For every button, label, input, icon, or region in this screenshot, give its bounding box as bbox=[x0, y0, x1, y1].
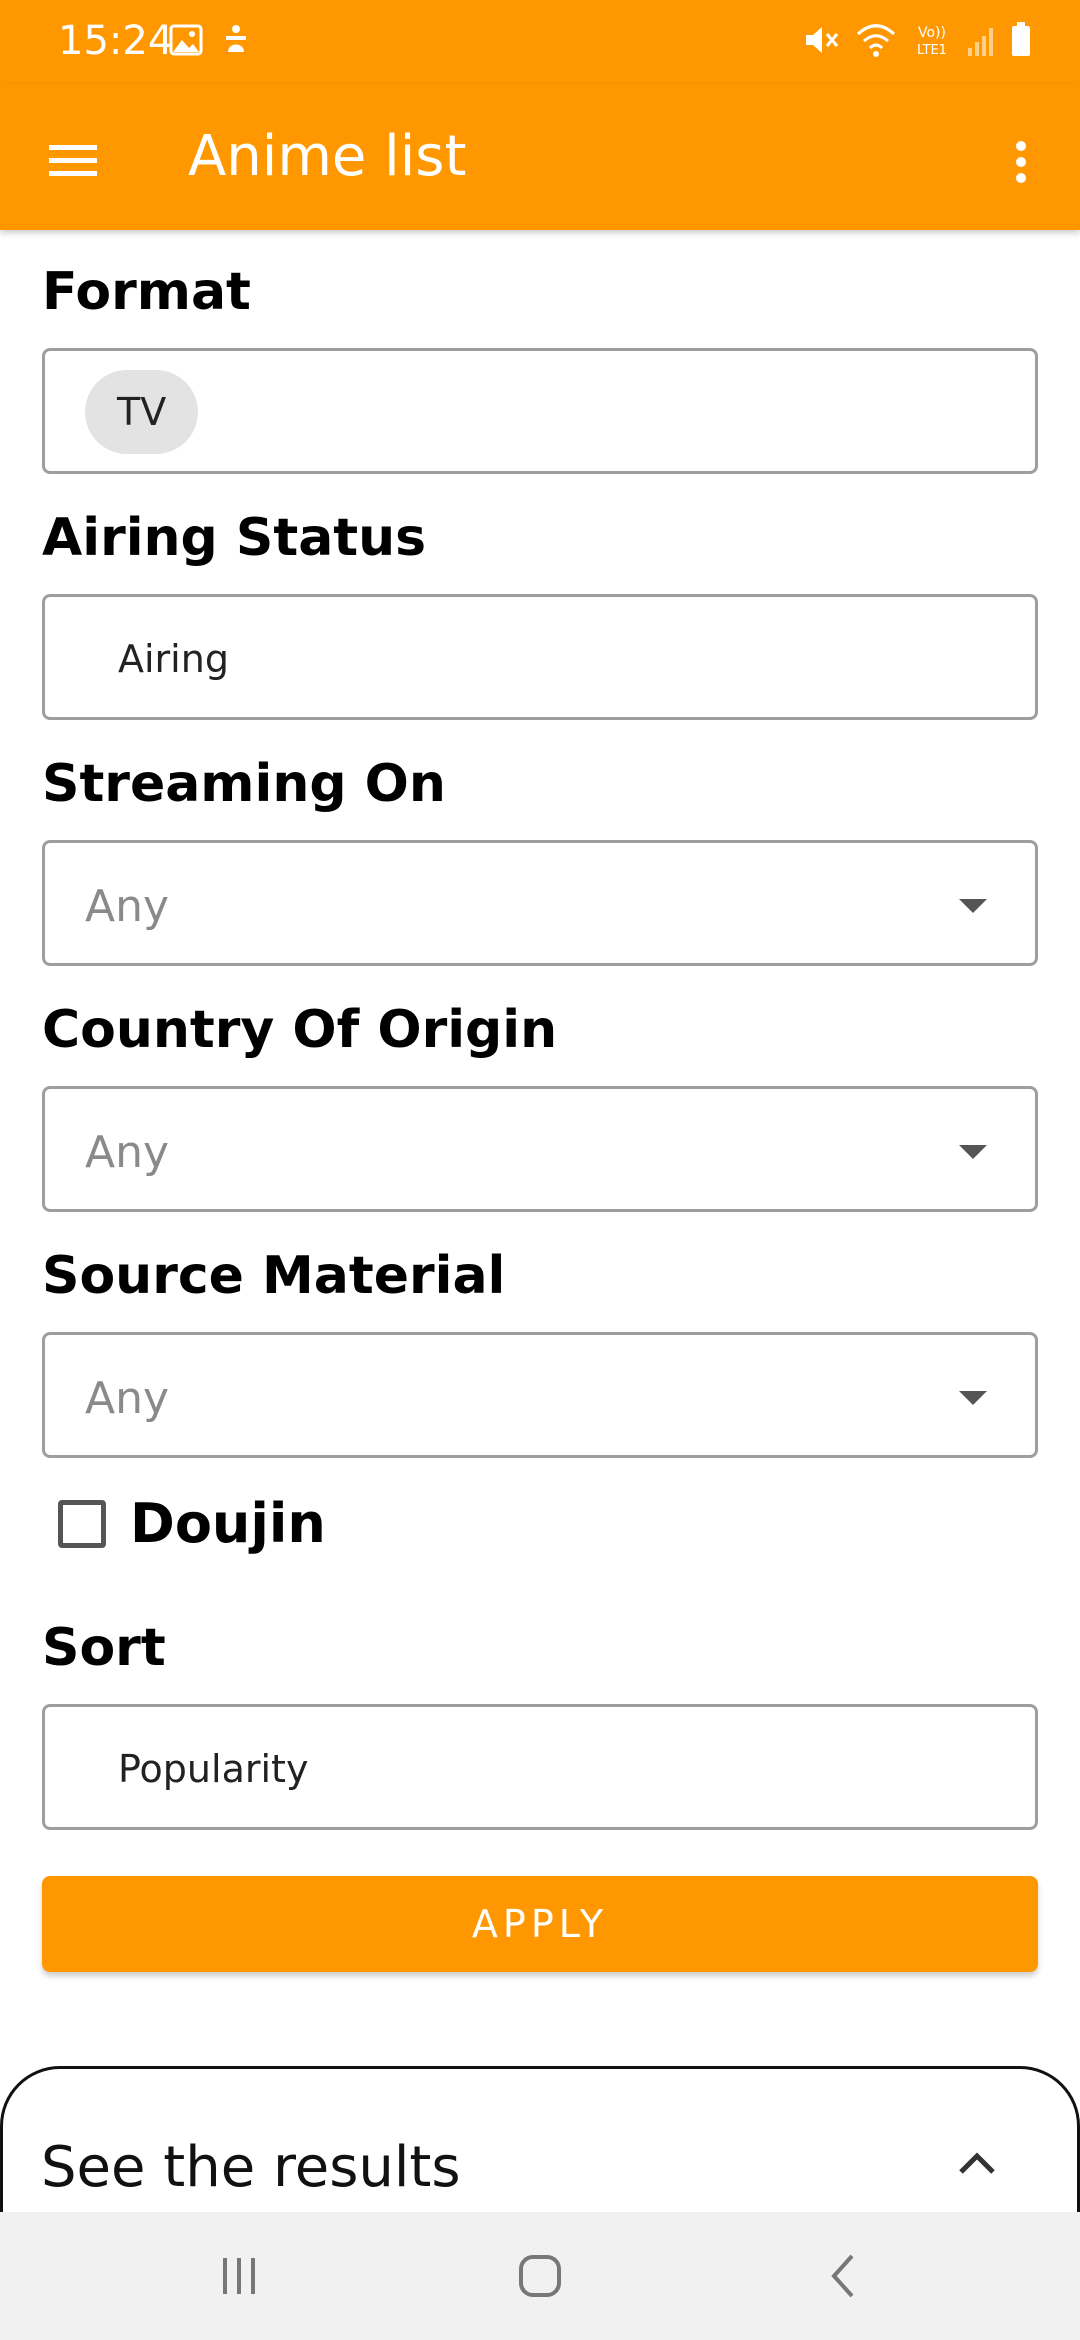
chevron-down-icon bbox=[959, 1391, 987, 1405]
doujin-checkbox[interactable] bbox=[58, 1499, 106, 1548]
app-bar: Anime list bbox=[0, 84, 1080, 230]
sort-label: Sort bbox=[42, 1618, 166, 1678]
home-icon[interactable] bbox=[505, 2246, 575, 2306]
airing-status-value: Airing bbox=[118, 637, 229, 681]
doujin-checkbox-row[interactable]: Doujin bbox=[58, 1492, 326, 1555]
hamburger-menu-icon[interactable] bbox=[40, 128, 106, 194]
format-label: Format bbox=[42, 262, 251, 322]
signal-icon bbox=[966, 20, 996, 65]
chevron-up-icon[interactable] bbox=[947, 2135, 1007, 2191]
country-of-origin-dropdown[interactable]: Any bbox=[42, 1086, 1038, 1212]
source-material-value: Any bbox=[85, 1373, 170, 1424]
wifi-icon bbox=[854, 20, 898, 65]
svg-text:Vo)): Vo)) bbox=[918, 25, 946, 41]
streaming-on-dropdown[interactable]: Any bbox=[42, 840, 1038, 966]
sort-field[interactable]: Popularity bbox=[42, 1704, 1038, 1830]
sort-value: Popularity bbox=[118, 1747, 309, 1791]
svg-text:LTE1: LTE1 bbox=[917, 43, 947, 58]
airing-status-field[interactable]: Airing bbox=[42, 594, 1038, 720]
source-material-label: Source Material bbox=[42, 1246, 506, 1306]
mute-icon bbox=[800, 20, 840, 65]
chevron-down-icon bbox=[959, 899, 987, 913]
status-time: 15:24 bbox=[58, 18, 174, 64]
system-nav-bar bbox=[0, 2212, 1080, 2340]
more-vert-icon[interactable] bbox=[988, 124, 1054, 200]
status-bar: 15:24 Vo)) LTE1 bbox=[0, 0, 1080, 84]
country-of-origin-value: Any bbox=[85, 1127, 170, 1178]
image-icon bbox=[168, 22, 204, 63]
battery-icon bbox=[1010, 20, 1032, 65]
apply-button[interactable]: APPLY bbox=[42, 1876, 1038, 1972]
volte-icon: Vo)) LTE1 bbox=[912, 20, 952, 65]
doujin-label[interactable]: Doujin bbox=[130, 1492, 326, 1555]
streaming-on-label: Streaming On bbox=[42, 754, 446, 814]
format-chip[interactable]: TV bbox=[85, 370, 199, 454]
format-field[interactable]: TV bbox=[42, 348, 1038, 474]
country-of-origin-label: Country Of Origin bbox=[42, 1000, 558, 1060]
streaming-on-value: Any bbox=[85, 881, 170, 932]
airing-status-label: Airing Status bbox=[42, 508, 427, 568]
back-icon[interactable] bbox=[809, 2246, 879, 2306]
results-title: See the results bbox=[41, 2135, 461, 2200]
page-title: Anime list bbox=[188, 124, 467, 189]
accessibility-icon bbox=[218, 22, 254, 63]
source-material-dropdown[interactable]: Any bbox=[42, 1332, 1038, 1458]
recent-apps-icon[interactable] bbox=[204, 2246, 274, 2306]
chevron-down-icon bbox=[959, 1145, 987, 1159]
